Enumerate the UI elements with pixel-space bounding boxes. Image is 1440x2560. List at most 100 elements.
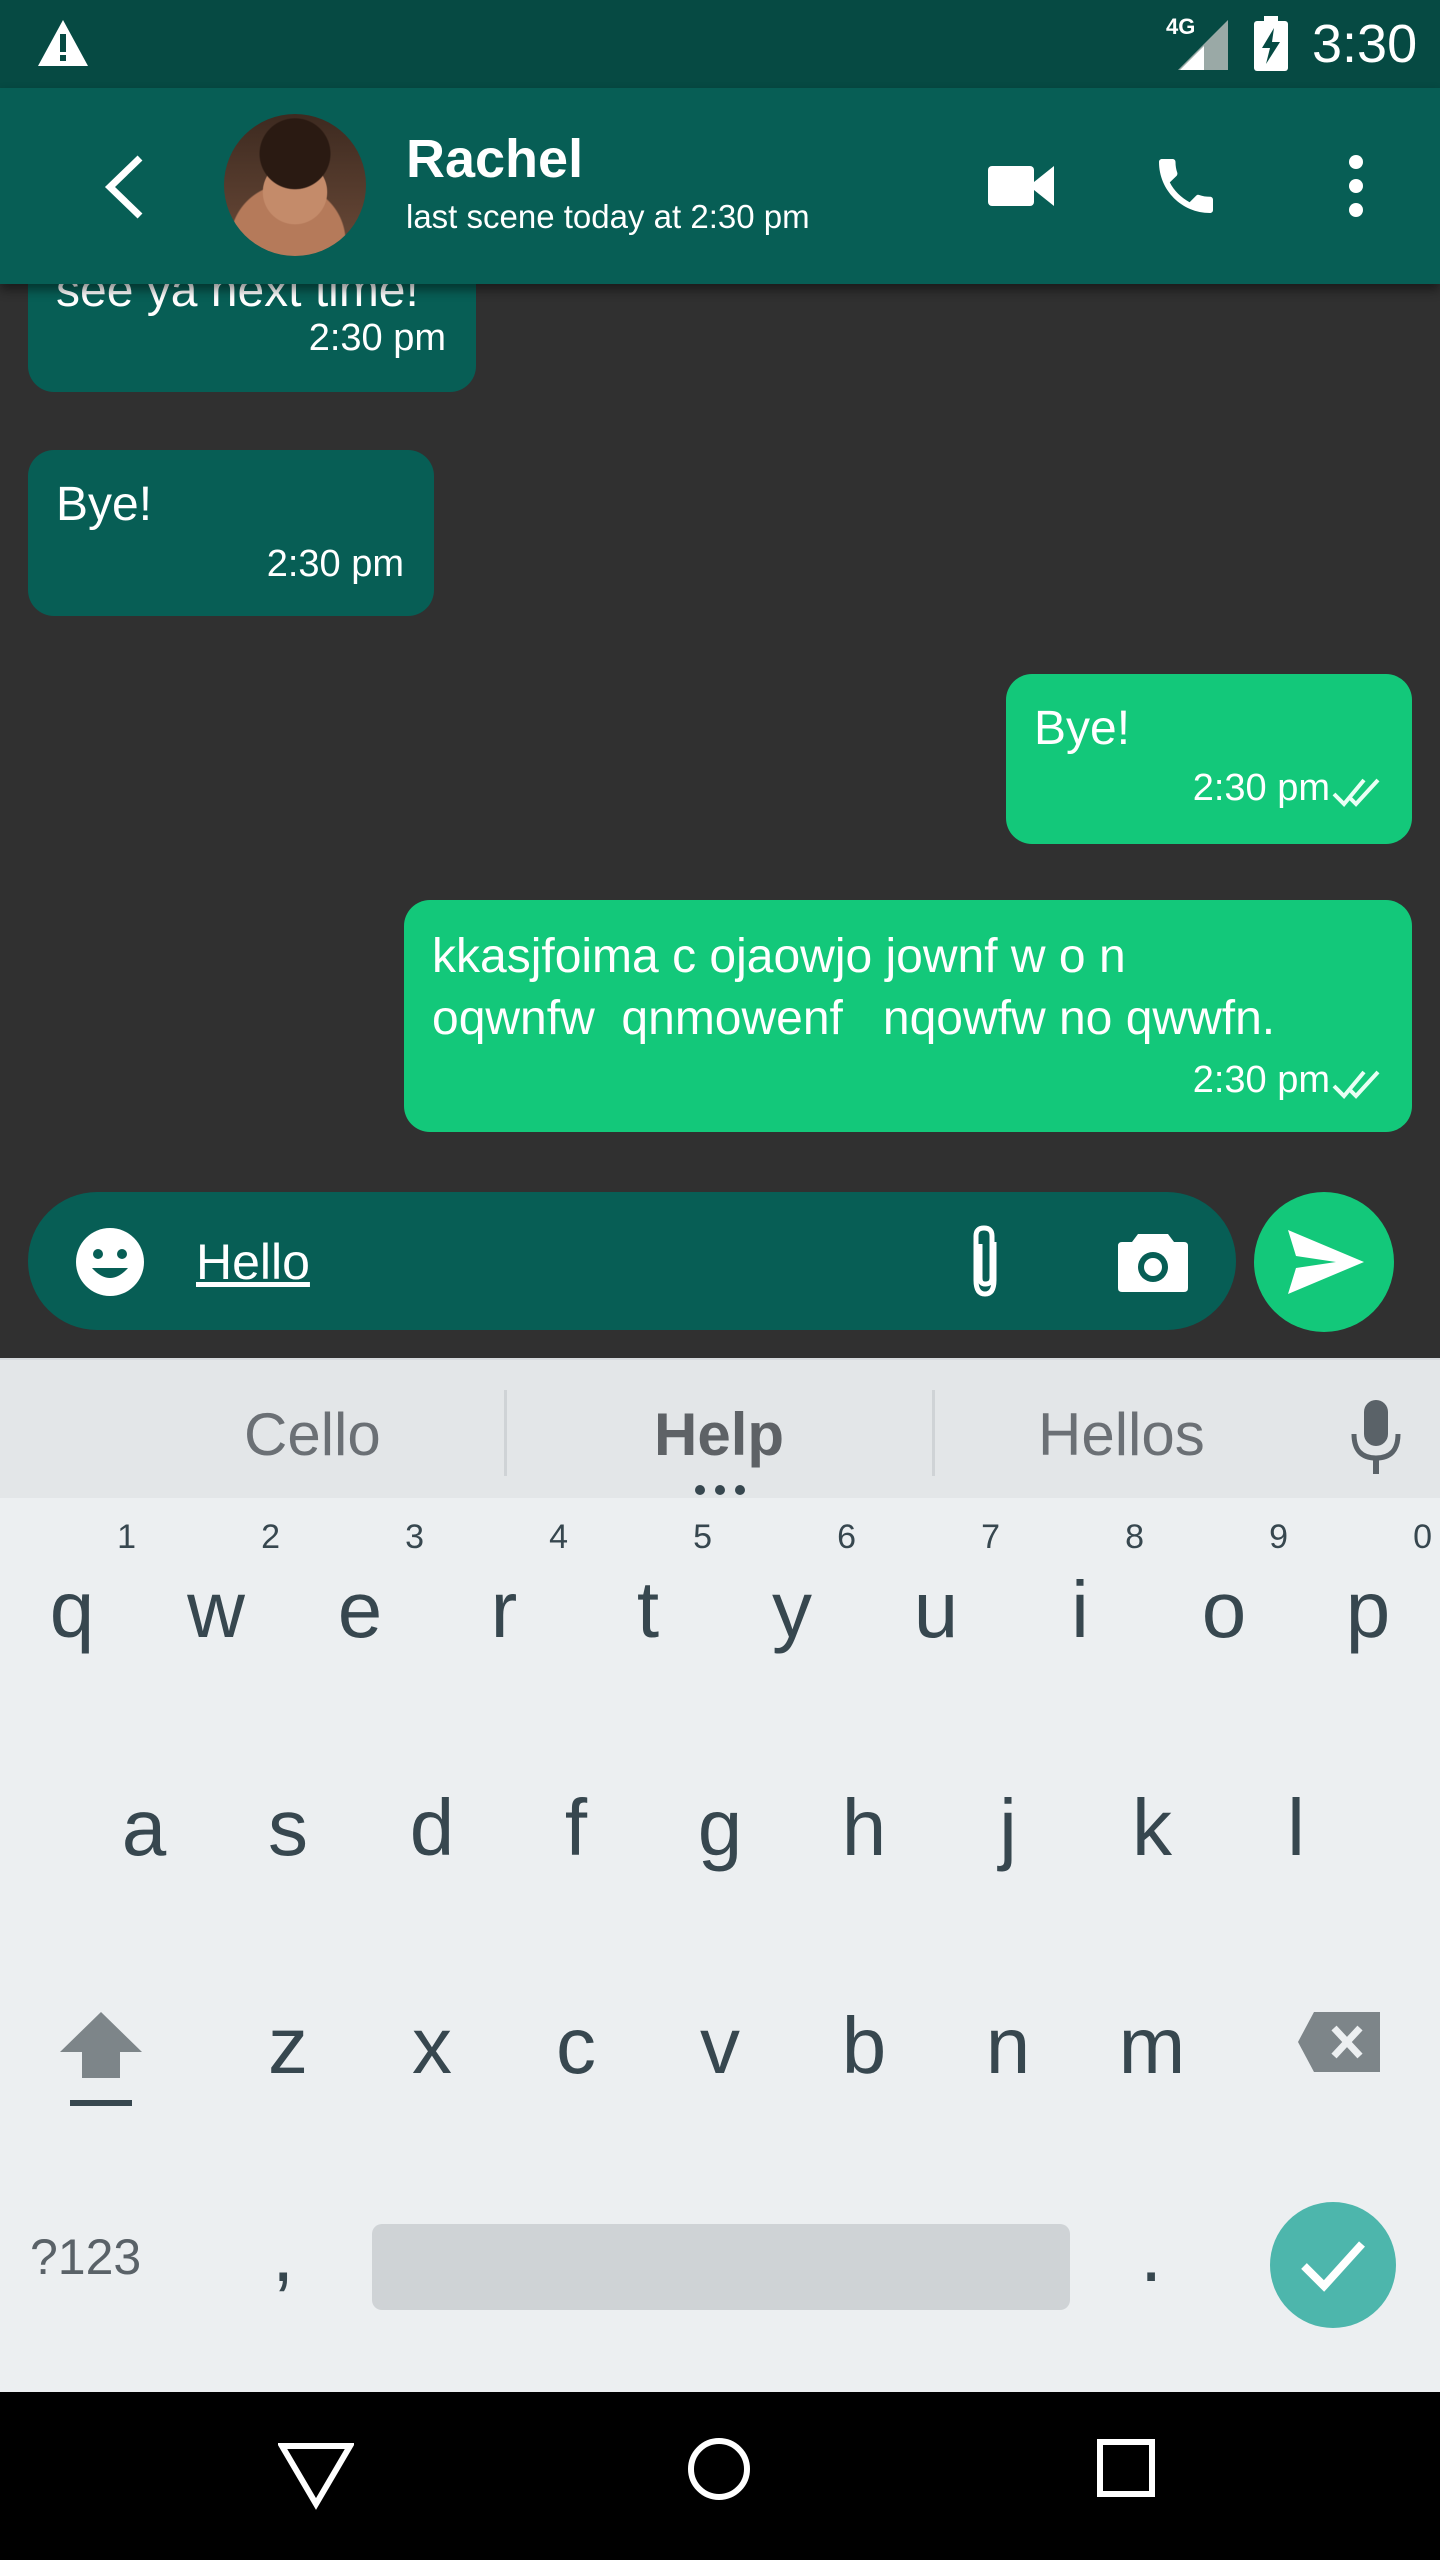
key-g[interactable]: g	[648, 1788, 792, 1988]
key-i[interactable]: 8i	[1008, 1518, 1152, 1688]
key-f[interactable]: f	[504, 1788, 648, 1988]
key-n[interactable]: n	[936, 2006, 1080, 2206]
message-input[interactable]	[196, 1222, 776, 1302]
key-letter: s	[268, 1783, 308, 1872]
read-receipt-icon	[1332, 1070, 1380, 1099]
system-nav-bar	[0, 2392, 1440, 2560]
message-time: 2:30 pm	[1192, 1059, 1330, 1101]
more-suggestions-icon[interactable]	[692, 1484, 748, 1496]
chat-screen: 4G 3:30 see ya next time! 2:30 pm Bye! 2…	[0, 0, 1440, 2560]
key-a[interactable]: a	[72, 1788, 216, 1988]
key-letter: j	[999, 1783, 1017, 1872]
suggestion-center[interactable]: Help	[654, 1400, 784, 1469]
key-k[interactable]: k	[1080, 1788, 1224, 1988]
key-e[interactable]: 3e	[288, 1518, 432, 1688]
suggestion-divider	[504, 1390, 507, 1476]
suggestion-left[interactable]: Cello	[244, 1400, 381, 1469]
key-u[interactable]: 7u	[864, 1518, 1008, 1688]
send-icon	[1288, 1230, 1364, 1294]
key-t[interactable]: 5t	[576, 1518, 720, 1688]
enter-key[interactable]	[1270, 2202, 1396, 2328]
camera-icon[interactable]	[1116, 1228, 1190, 1294]
contact-avatar[interactable]	[224, 114, 366, 256]
suggestion-divider	[932, 1390, 935, 1476]
key-r[interactable]: 4r	[432, 1518, 576, 1688]
key-z[interactable]: z	[216, 2006, 360, 2206]
key-number: 9	[1269, 1518, 1288, 1556]
period-key[interactable]: .	[1140, 2208, 1162, 2300]
message-bubble[interactable]: kkasjfoima c ojaowjo jownf w o n oqwnfw …	[404, 900, 1412, 1132]
back-arrow-icon[interactable]	[96, 152, 152, 222]
key-letter: w	[187, 1565, 245, 1654]
shift-icon[interactable]	[58, 2008, 144, 2118]
send-button[interactable]	[1254, 1192, 1394, 1332]
key-y[interactable]: 6y	[720, 1518, 864, 1688]
status-time: 3:30	[1312, 14, 1418, 74]
key-q[interactable]: 1q	[0, 1518, 144, 1688]
chat-header: Rachel last scene today at 2:30 pm	[0, 88, 1440, 284]
message-bubble[interactable]: Bye! 2:30 pm	[28, 450, 434, 616]
key-letter: b	[841, 2001, 887, 2090]
key-letter: q	[49, 1565, 95, 1654]
key-b[interactable]: b	[792, 2006, 936, 2206]
key-p[interactable]: 0p	[1296, 1518, 1440, 1688]
space-bar[interactable]	[372, 2224, 1070, 2310]
signal-icon	[1178, 20, 1228, 70]
key-number: 0	[1413, 1518, 1432, 1556]
key-letter: p	[1345, 1565, 1391, 1654]
key-l[interactable]: l	[1224, 1788, 1368, 1988]
key-s[interactable]: s	[216, 1788, 360, 1988]
key-number: 6	[837, 1518, 856, 1556]
key-d[interactable]: d	[360, 1788, 504, 1988]
warning-icon	[38, 20, 88, 66]
key-m[interactable]: m	[1080, 2006, 1224, 2206]
contact-name[interactable]: Rachel	[406, 128, 583, 190]
backspace-icon[interactable]	[1296, 2010, 1382, 2074]
key-letter: e	[337, 1565, 383, 1654]
key-letter: x	[412, 2001, 452, 2090]
key-letter: y	[772, 1565, 812, 1654]
key-x[interactable]: x	[360, 2006, 504, 2206]
nav-home-icon[interactable]	[686, 2436, 752, 2502]
symbols-key[interactable]: ?123	[30, 2228, 141, 2286]
emoji-icon[interactable]	[74, 1226, 146, 1298]
key-number: 7	[981, 1518, 1000, 1556]
attach-icon[interactable]	[958, 1222, 1012, 1302]
key-letter: i	[1071, 1565, 1089, 1654]
message-time: 2:30 pm	[308, 317, 446, 359]
more-options-icon[interactable]	[1334, 150, 1378, 222]
key-letter: v	[700, 2001, 740, 2090]
message-composer	[28, 1192, 1236, 1330]
comma-key[interactable]: ,	[272, 2208, 294, 2300]
nav-back-icon[interactable]	[278, 2440, 354, 2510]
key-h[interactable]: h	[792, 1788, 936, 1988]
key-o[interactable]: 9o	[1152, 1518, 1296, 1688]
key-number: 2	[261, 1518, 280, 1556]
key-c[interactable]: c	[504, 2006, 648, 2206]
key-number: 1	[117, 1518, 136, 1556]
key-v[interactable]: v	[648, 2006, 792, 2206]
key-letter: g	[697, 1783, 743, 1872]
phone-call-icon[interactable]	[1150, 150, 1222, 222]
key-letter: o	[1201, 1565, 1247, 1654]
read-receipt-icon	[1332, 778, 1380, 807]
key-j[interactable]: j	[936, 1788, 1080, 1988]
key-letter: c	[556, 2001, 596, 2090]
video-call-icon[interactable]	[986, 158, 1056, 214]
suggestion-right[interactable]: Hellos	[1038, 1400, 1205, 1469]
battery-charging-icon	[1254, 16, 1288, 71]
key-number: 3	[405, 1518, 424, 1556]
contact-last-seen: last scene today at 2:30 pm	[406, 198, 810, 235]
status-bar: 4G 3:30	[0, 0, 1440, 88]
key-letter: f	[564, 1783, 588, 1872]
key-w[interactable]: 2w	[144, 1518, 288, 1688]
key-letter: l	[1287, 1783, 1305, 1872]
message-bubble[interactable]: Bye! 2:30 pm	[1006, 674, 1412, 844]
microphone-icon[interactable]	[1346, 1398, 1406, 1476]
message-text: Bye!	[56, 478, 153, 531]
key-letter: u	[913, 1565, 959, 1654]
nav-recents-icon[interactable]	[1096, 2438, 1156, 2498]
key-number: 5	[693, 1518, 712, 1556]
key-letter: n	[985, 2001, 1031, 2090]
message-time: 2:30 pm	[266, 543, 404, 585]
